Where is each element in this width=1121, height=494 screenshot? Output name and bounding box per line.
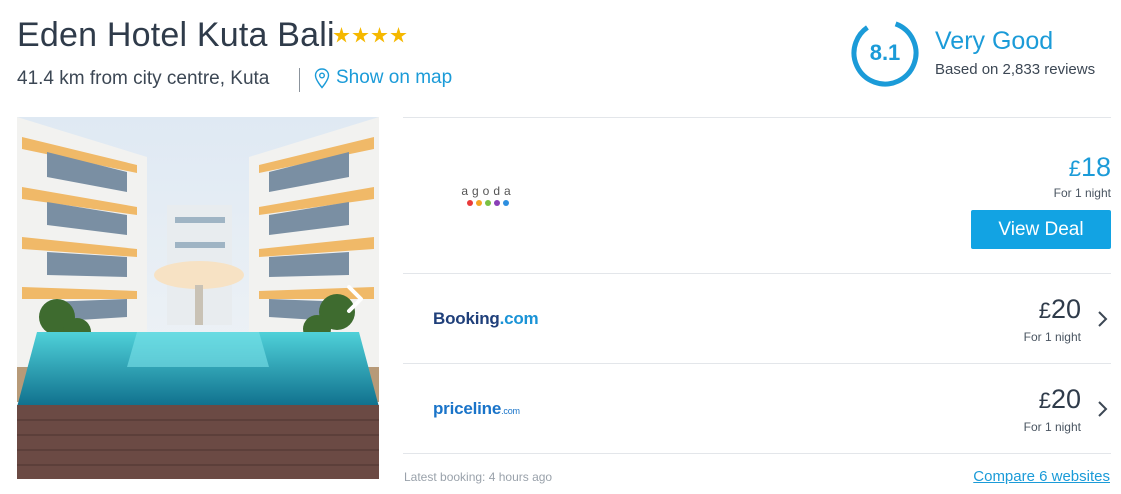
currency-symbol: £ bbox=[1068, 156, 1081, 181]
booking-price: £20 bbox=[1039, 294, 1081, 325]
review-count: Based on 2,833 reviews bbox=[935, 61, 1096, 78]
agoda-logo-text: agoda bbox=[461, 184, 515, 198]
deal-row-booking[interactable]: Booking.com £20 For 1 night bbox=[403, 273, 1111, 363]
star-icon bbox=[371, 27, 388, 43]
chevron-right-icon[interactable] bbox=[1097, 309, 1109, 329]
deal-row-agoda: agoda £18 For 1 night View Deal bbox=[403, 117, 1111, 273]
priceline-logo: priceline.com bbox=[433, 399, 520, 419]
chevron-right-icon[interactable] bbox=[1097, 399, 1109, 419]
agoda-price: £18 bbox=[1069, 152, 1111, 183]
booking-logo: Booking.com bbox=[433, 309, 539, 329]
priceline-price: £20 bbox=[1039, 384, 1081, 415]
price-value: 20 bbox=[1050, 294, 1081, 324]
rating-score: 8.1 bbox=[869, 40, 901, 65]
star-icon bbox=[333, 27, 350, 43]
hotel-photo-image bbox=[17, 117, 379, 479]
agoda-logo: agoda bbox=[458, 184, 518, 206]
distance-text: 41.4 km from city centre, Kuta bbox=[17, 68, 270, 89]
chevron-right-icon[interactable] bbox=[343, 283, 367, 315]
deal-row-priceline[interactable]: priceline.com £20 For 1 night bbox=[403, 363, 1111, 453]
price-duration: For 1 night bbox=[1023, 330, 1081, 344]
divider bbox=[299, 68, 300, 92]
compare-websites-link[interactable]: Compare 6 websites bbox=[973, 468, 1110, 485]
show-on-map-link[interactable]: Show on map bbox=[314, 67, 452, 89]
price-value: 18 bbox=[1080, 152, 1111, 182]
star-icon bbox=[390, 27, 407, 43]
view-deal-button[interactable]: View Deal bbox=[971, 210, 1111, 249]
hotel-photo[interactable] bbox=[17, 117, 379, 479]
currency-symbol: £ bbox=[1038, 298, 1051, 323]
show-on-map-label: Show on map bbox=[336, 67, 453, 88]
divider bbox=[403, 453, 1111, 454]
latest-booking-text: Latest booking: 4 hours ago bbox=[404, 470, 553, 484]
priceline-logo-name: priceline bbox=[433, 399, 502, 418]
star-icon bbox=[352, 27, 369, 43]
map-pin-icon bbox=[314, 67, 330, 89]
currency-symbol: £ bbox=[1038, 388, 1051, 413]
price-duration: For 1 night bbox=[1053, 186, 1111, 200]
star-rating bbox=[333, 27, 407, 44]
price-value: 20 bbox=[1050, 384, 1081, 414]
price-duration: For 1 night bbox=[1023, 420, 1081, 434]
rating-label: Very Good bbox=[935, 27, 1054, 55]
hotel-name: Eden Hotel Kuta Bali bbox=[17, 16, 335, 54]
booking-logo-b: .com bbox=[499, 309, 539, 328]
booking-logo-a: Booking bbox=[433, 309, 500, 328]
priceline-logo-tld: .com bbox=[501, 406, 520, 416]
agoda-logo-dots bbox=[458, 200, 518, 206]
